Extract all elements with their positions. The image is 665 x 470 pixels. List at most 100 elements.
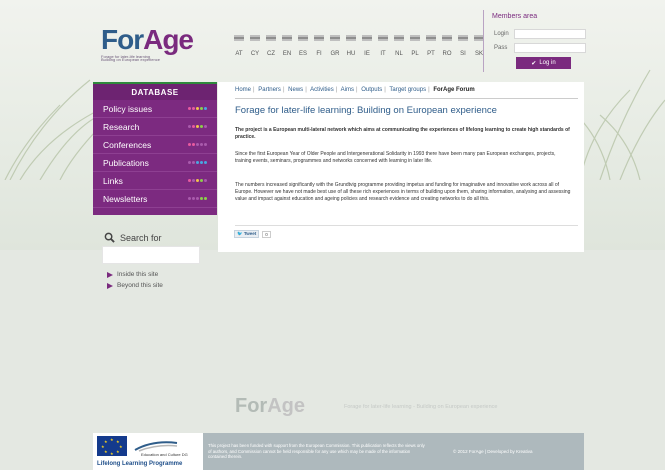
nav-separator: | bbox=[384, 87, 386, 93]
body-paragraph-2: The numbers increased significantly with… bbox=[235, 182, 571, 202]
search-option-beyond[interactable]: Beyond this site bbox=[107, 282, 163, 289]
sidebar-item-policy-issues[interactable]: Policy issues bbox=[93, 100, 217, 118]
sidebar-item-label: Publications bbox=[103, 157, 149, 168]
nav-separator: | bbox=[356, 87, 358, 93]
nav-forage-forum[interactable]: ForAge Forum bbox=[433, 87, 474, 93]
eu-culture-label: Education and Culture DG bbox=[141, 452, 188, 457]
login-input[interactable] bbox=[514, 29, 586, 39]
tweet-widget: 🐦 Tweet 0 bbox=[234, 230, 271, 238]
flag-icon bbox=[346, 35, 356, 41]
lang-gr[interactable]: GR bbox=[328, 35, 342, 60]
flag-icon bbox=[458, 35, 468, 41]
search-option-beyond-label: Beyond this site bbox=[117, 282, 163, 289]
arrow-icon bbox=[107, 282, 113, 289]
copyright[interactable]: © 2012 ForAge | Developed by Kreativa bbox=[453, 449, 533, 454]
flag-icon bbox=[426, 35, 436, 41]
tweet-count: 0 bbox=[262, 230, 271, 238]
logo-age: Age bbox=[143, 24, 194, 55]
check-icon: ✔ bbox=[531, 60, 537, 67]
flag-icon bbox=[282, 35, 292, 41]
twitter-icon: 🐦 bbox=[237, 231, 243, 236]
logo-subtitle-2: Building on European experience bbox=[101, 57, 160, 62]
nav-partners[interactable]: Partners bbox=[258, 87, 281, 93]
search-option-inside-label: Inside this site bbox=[117, 271, 159, 278]
llp-label: Lifelong Learning Programme bbox=[97, 461, 183, 467]
dots-icon bbox=[188, 107, 207, 110]
eu-flag-icon: ★ ★ ★ ★ ★ ★ ★ ★ bbox=[97, 436, 127, 456]
flag-icon bbox=[442, 35, 452, 41]
lang-nl[interactable]: NL bbox=[392, 35, 406, 60]
llp-swoosh-icon bbox=[134, 441, 178, 452]
search-input[interactable] bbox=[102, 246, 200, 264]
lang-hu[interactable]: HU bbox=[344, 35, 358, 60]
flag-icon bbox=[378, 35, 388, 41]
language-selector: AT CY CZ EN ES FI GR HU IE IT NL PL PT R… bbox=[232, 35, 486, 60]
search-icon bbox=[104, 232, 115, 243]
nav-home[interactable]: Home bbox=[235, 87, 251, 93]
flag-icon bbox=[250, 35, 260, 41]
nav-activities[interactable]: Activities bbox=[310, 87, 334, 93]
lang-at[interactable]: AT bbox=[232, 35, 246, 60]
funding-disclaimer: This project has been funded with suppor… bbox=[208, 443, 425, 459]
footer-tagline: Forage for later-life learning - Buildin… bbox=[344, 404, 498, 410]
nav-news[interactable]: News bbox=[288, 87, 303, 93]
lang-si[interactable]: SI bbox=[456, 35, 470, 60]
flag-icon bbox=[298, 35, 308, 41]
lang-ro[interactable]: RO bbox=[440, 35, 454, 60]
login-button[interactable]: ✔ Log in bbox=[516, 57, 571, 69]
footer: ★ ★ ★ ★ ★ ★ ★ ★ Education and Culture DG… bbox=[93, 433, 584, 470]
lang-fi[interactable]: FI bbox=[312, 35, 326, 60]
password-input[interactable] bbox=[514, 43, 586, 53]
arrow-icon bbox=[107, 271, 113, 278]
logo-wordmark: ForAge bbox=[101, 24, 197, 56]
body-paragraph-1: Since the first European Year of Older P… bbox=[235, 151, 556, 164]
database-title: DATABASE bbox=[93, 82, 217, 100]
footer-logo: ForAge bbox=[235, 395, 305, 418]
members-area-title: Members area bbox=[492, 13, 538, 20]
nav-separator: | bbox=[305, 87, 307, 93]
dots-icon bbox=[188, 161, 207, 164]
nav-target-groups[interactable]: Target groups bbox=[389, 87, 426, 93]
divider bbox=[235, 225, 578, 226]
flag-icon bbox=[394, 35, 404, 41]
database-sidebar: DATABASE Policy issues Research Conferen… bbox=[93, 82, 217, 215]
nav-aims[interactable]: Aims bbox=[341, 87, 354, 93]
forage-logo[interactable]: ForAge Forage for later-life learning Bu… bbox=[101, 24, 197, 68]
sidebar-item-label: Research bbox=[103, 121, 140, 132]
lang-pt[interactable]: PT bbox=[424, 35, 438, 60]
lang-es[interactable]: ES bbox=[296, 35, 310, 60]
flag-icon bbox=[234, 35, 244, 41]
pass-label: Pass bbox=[494, 45, 508, 51]
top-navigation: Home | Partners | News | Activities | Aims | … bbox=[235, 87, 475, 93]
nav-separator: | bbox=[282, 87, 285, 93]
lang-pl[interactable]: PL bbox=[408, 35, 422, 60]
members-area: Members area Login Pass ✔ Log in bbox=[483, 10, 586, 72]
nav-separator: | bbox=[253, 87, 255, 93]
lang-it[interactable]: IT bbox=[376, 35, 390, 60]
lang-cz[interactable]: CZ bbox=[264, 35, 278, 60]
sidebar-item-label: Conferences bbox=[103, 139, 152, 150]
eu-logos: ★ ★ ★ ★ ★ ★ ★ ★ Education and Culture DG… bbox=[93, 433, 203, 470]
sidebar-item-conferences[interactable]: Conferences bbox=[93, 136, 217, 154]
main-content: Home | Partners | News | Activities | Aims | … bbox=[218, 82, 584, 252]
search-option-inside[interactable]: Inside this site bbox=[107, 271, 158, 278]
dots-icon bbox=[188, 143, 207, 146]
sidebar-item-newsletters[interactable]: Newsletters bbox=[93, 190, 217, 208]
flag-icon bbox=[410, 35, 420, 41]
nav-separator: | bbox=[428, 87, 430, 93]
nav-outputs[interactable]: Outputs bbox=[361, 87, 382, 93]
sidebar-item-links[interactable]: Links bbox=[93, 172, 217, 190]
lang-cy[interactable]: CY bbox=[248, 35, 262, 60]
flag-icon bbox=[330, 35, 340, 41]
sidebar-item-label: Links bbox=[103, 175, 123, 186]
login-label: Login bbox=[494, 31, 509, 37]
sidebar-item-label: Newsletters bbox=[103, 193, 148, 204]
sidebar-item-publications[interactable]: Publications bbox=[93, 154, 217, 172]
search-heading: Search for bbox=[104, 232, 162, 243]
lang-en[interactable]: EN bbox=[280, 35, 294, 60]
lang-ie[interactable]: IE bbox=[360, 35, 374, 60]
logo-for: For bbox=[101, 24, 144, 55]
tweet-button[interactable]: 🐦 Tweet bbox=[234, 230, 260, 238]
dots-icon bbox=[188, 197, 207, 200]
sidebar-item-research[interactable]: Research bbox=[93, 118, 217, 136]
